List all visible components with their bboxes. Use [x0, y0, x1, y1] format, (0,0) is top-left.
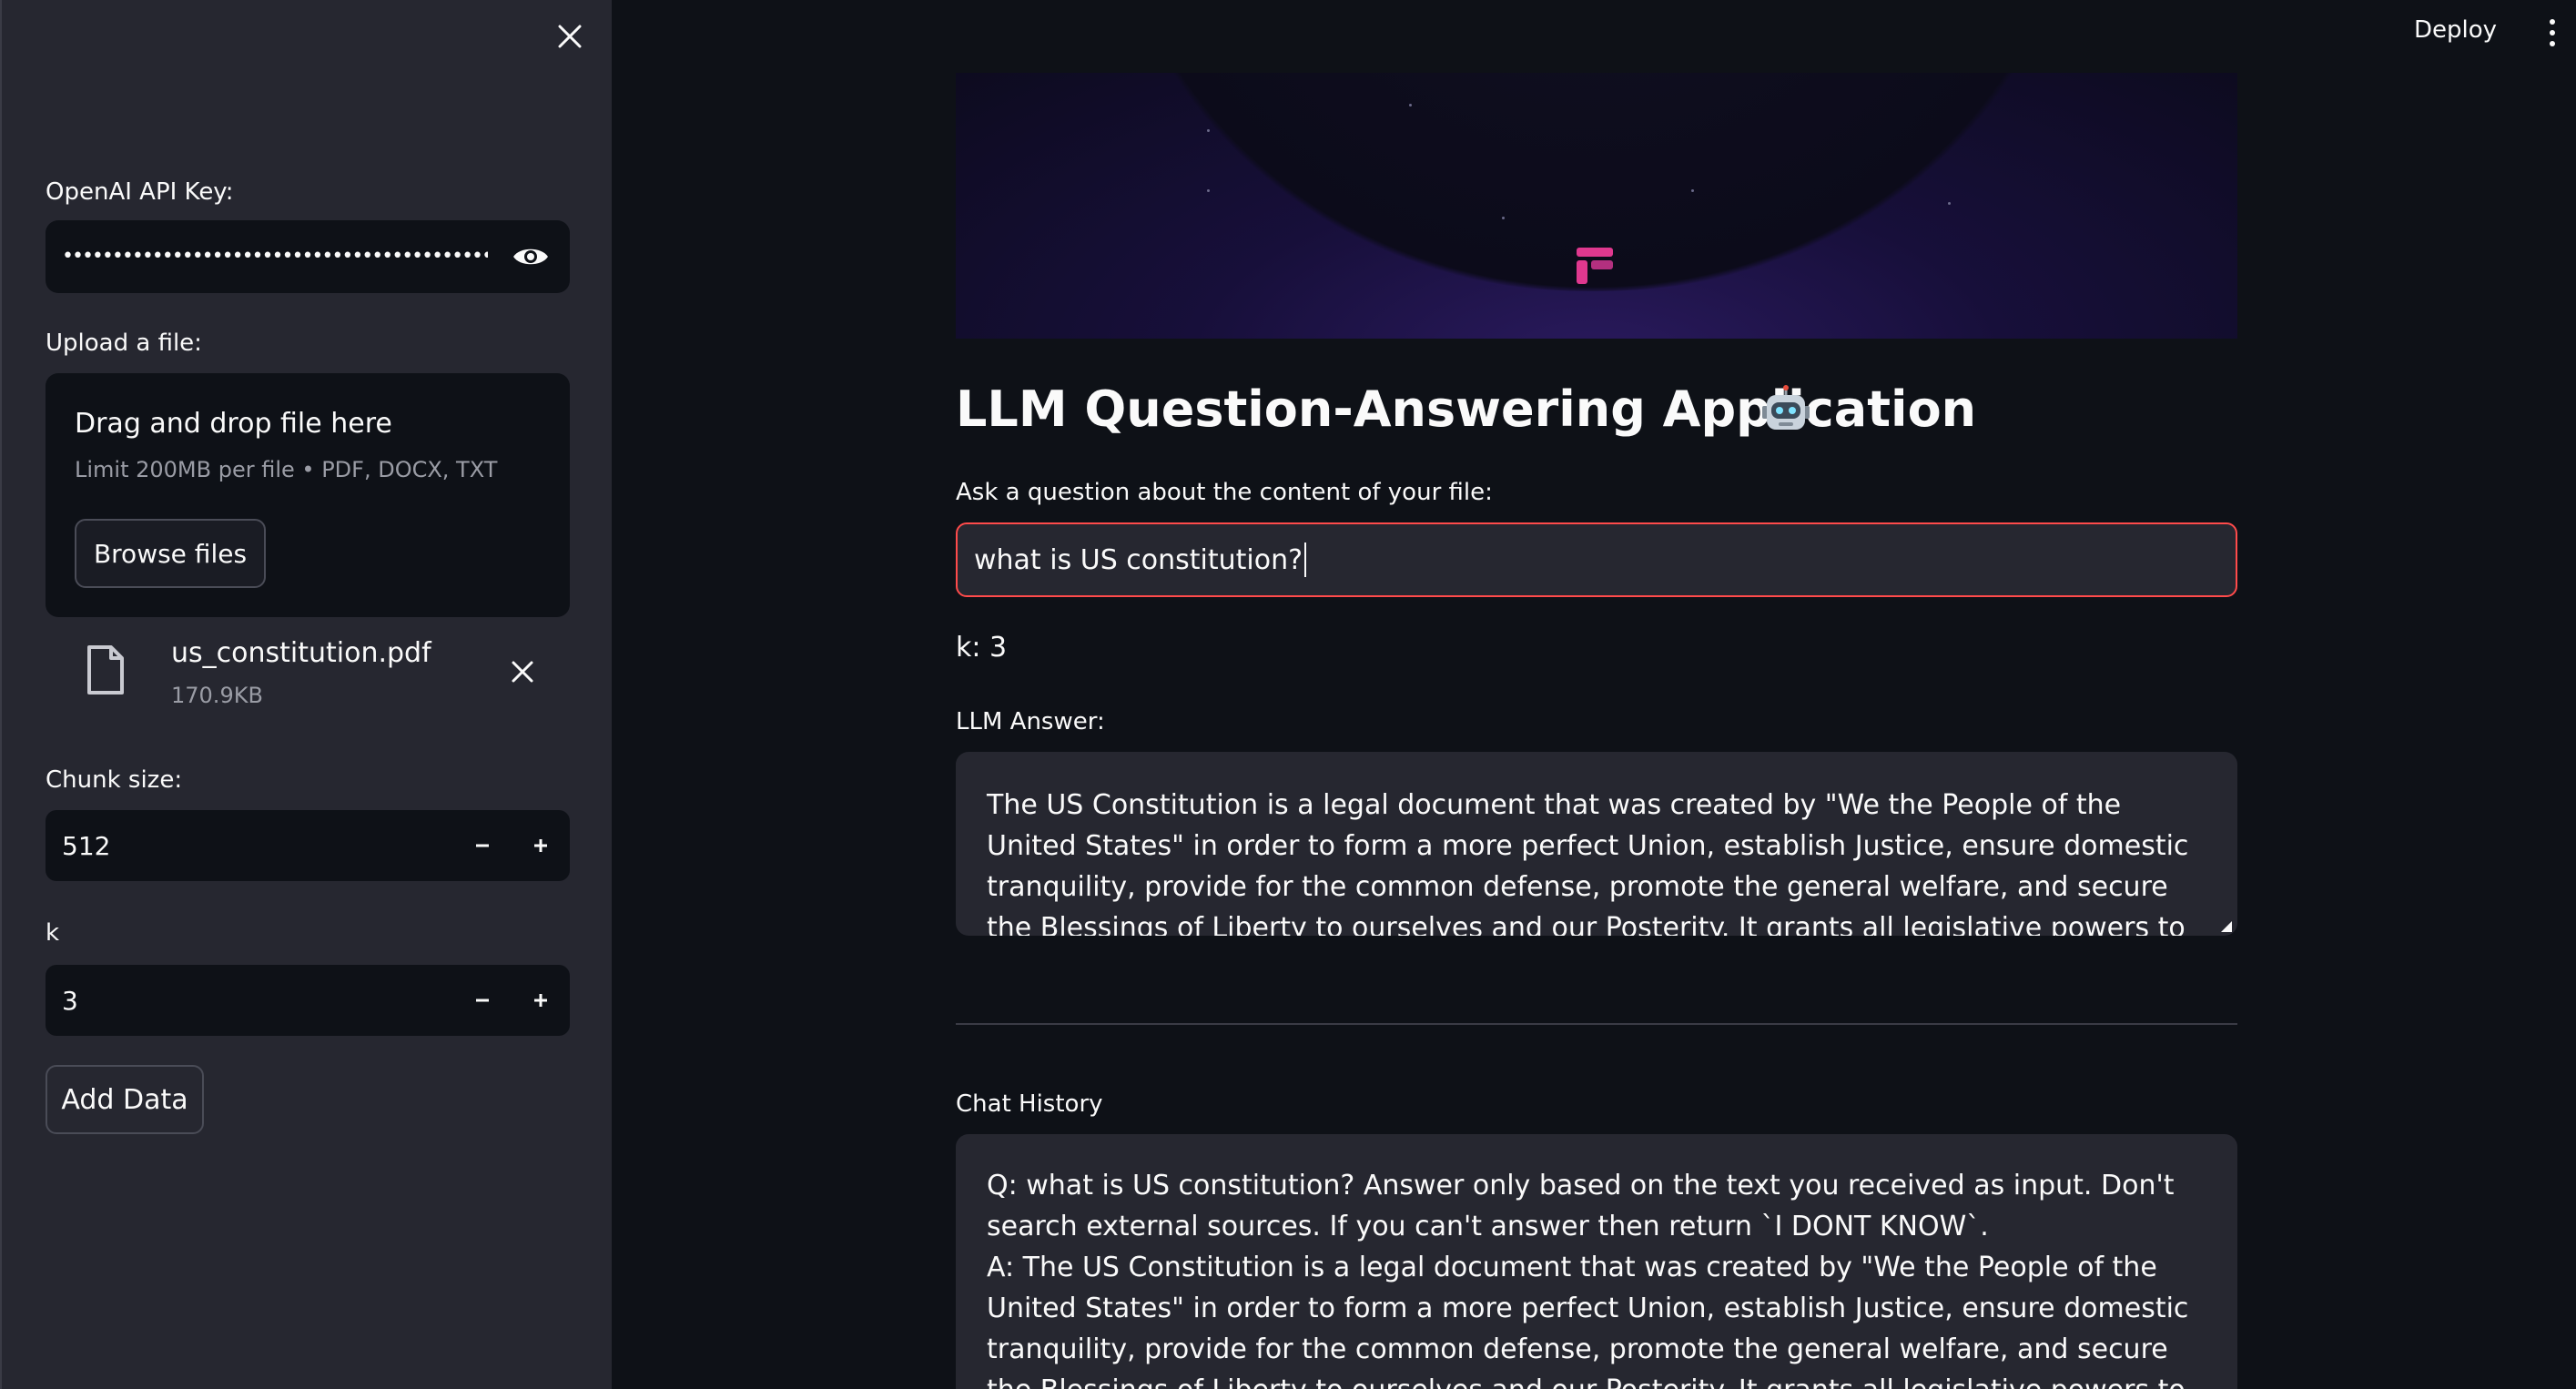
chat-history-textarea[interactable]: Q: what is US constitution? Answer only … [956, 1134, 2237, 1389]
api-key-masked-value: ••••••••••••••••••••••••••••••••••••••••… [62, 247, 488, 267]
sidebar-close-button[interactable] [552, 18, 588, 55]
question-label: Ask a question about the content of your… [956, 479, 1493, 506]
remove-file-button[interactable] [504, 654, 541, 690]
k-display: k: 3 [956, 632, 1008, 664]
k-increment-button[interactable] [512, 965, 570, 1036]
chat-history-question: Q: what is US constitution? Answer only … [987, 1170, 2175, 1242]
api-key-input[interactable]: ••••••••••••••••••••••••••••••••••••••••… [46, 220, 570, 293]
more-menu-icon[interactable] [2540, 13, 2565, 53]
answer-text: The US Constitution is a legal document … [987, 789, 2189, 936]
k-decrement-button[interactable] [453, 965, 512, 1036]
dropzone-limit: Limit 200MB per file • PDF, DOCX, TXT [75, 457, 498, 482]
k-value[interactable]: 3 [46, 986, 453, 1016]
file-dropzone[interactable]: Drag and drop file here Limit 200MB per … [46, 373, 570, 617]
app-root: OpenAI API Key: ••••••••••••••••••••••••… [0, 0, 2576, 1389]
deploy-button[interactable]: Deploy [2414, 16, 2497, 44]
question-input-value: what is US constitution? [974, 543, 1303, 576]
answer-label: LLM Answer: [956, 708, 1105, 735]
answer-resize-handle[interactable] [2221, 921, 2232, 932]
chunk-size-value[interactable]: 512 [46, 831, 453, 861]
chat-history-label: Chat History [956, 1090, 1103, 1118]
header-banner-image [956, 73, 2237, 339]
close-icon [558, 25, 582, 48]
uploaded-file-name: us_constitution.pdf [171, 637, 431, 669]
minus-icon [476, 999, 489, 1002]
k-label: k [46, 919, 60, 947]
eye-icon [513, 248, 548, 265]
chunk-size-label: Chunk size: [46, 766, 183, 794]
file-icon [87, 645, 124, 694]
chunk-size-increment-button[interactable] [512, 810, 570, 881]
chunk-size-decrement-button[interactable] [453, 810, 512, 881]
remove-file-icon [512, 661, 533, 683]
plus-icon [534, 994, 547, 1007]
minus-icon [476, 844, 489, 847]
answer-textarea[interactable]: The US Constitution is a legal document … [956, 752, 2237, 936]
upload-label: Upload a file: [46, 330, 202, 357]
app-logo-icon [1577, 248, 1613, 284]
show-password-button[interactable] [508, 238, 553, 275]
dropzone-title: Drag and drop file here [75, 408, 392, 440]
add-data-button[interactable]: Add Data [46, 1065, 204, 1134]
api-key-label: OpenAI API Key: [46, 178, 234, 206]
uploaded-file-size: 170.9KB [171, 683, 263, 708]
page-title: LLM Question-Answering Application [956, 380, 1977, 438]
chunk-size-stepper: 512 [46, 810, 570, 881]
browse-files-button[interactable]: Browse files [75, 519, 266, 588]
sidebar: OpenAI API Key: ••••••••••••••••••••••••… [0, 0, 612, 1389]
uploaded-file-item: us_constitution.pdf 170.9KB [46, 628, 570, 728]
chat-history-answer: A: The US Constitution is a legal docume… [987, 1252, 2189, 1389]
robot-icon [1762, 385, 1810, 430]
question-input[interactable]: what is US constitution? [956, 522, 2237, 597]
k-stepper: 3 [46, 965, 570, 1036]
plus-icon [534, 839, 547, 852]
divider [956, 1023, 2237, 1025]
